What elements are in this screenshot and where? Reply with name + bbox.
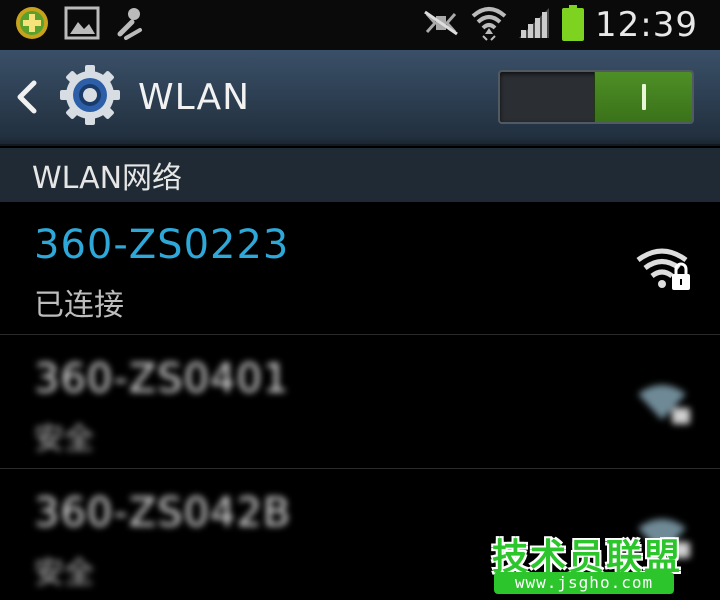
network-ssid: 360-ZS0401 xyxy=(34,356,290,402)
network-status: 安全 xyxy=(34,422,94,457)
toggle-on-knob xyxy=(594,72,692,122)
page-title: WLAN xyxy=(138,76,251,118)
back-button[interactable] xyxy=(14,79,54,115)
settings-gear-icon xyxy=(58,63,122,131)
wifi-lock-icon xyxy=(636,246,692,296)
wifi-icon xyxy=(471,4,507,46)
notification-icons xyxy=(0,4,144,46)
watermark-url: www.jsgho.com xyxy=(494,572,674,594)
gallery-icon xyxy=(64,6,100,44)
network-status: 已连接 xyxy=(34,288,124,323)
usb-debug-icon xyxy=(114,4,144,46)
status-bar: 12:39 xyxy=(0,0,720,50)
network-item-connected[interactable]: 360-ZS0223 已连接 xyxy=(0,202,720,334)
system-icons: 12:39 xyxy=(421,4,720,46)
network-item[interactable]: 360-ZS0401 安全 xyxy=(0,336,720,468)
wifi-lock-icon xyxy=(636,380,692,430)
chevron-left-icon xyxy=(17,80,37,114)
action-bar: WLAN xyxy=(0,50,720,146)
divider xyxy=(0,468,720,469)
wlan-toggle[interactable] xyxy=(498,70,694,124)
app-plus-icon xyxy=(14,5,50,45)
network-ssid: 360-ZS0223 xyxy=(34,222,290,268)
watermark: 技术员联盟 www.jsgho.com xyxy=(488,528,684,598)
signal-icon xyxy=(517,6,551,44)
divider xyxy=(0,334,720,335)
section-header: WLAN网络 xyxy=(0,148,720,202)
status-clock: 12:39 xyxy=(595,5,698,45)
battery-icon xyxy=(561,4,585,46)
network-status: 安全 xyxy=(34,556,94,591)
network-ssid: 360-ZS042B xyxy=(34,490,292,536)
mute-icon xyxy=(421,8,461,42)
